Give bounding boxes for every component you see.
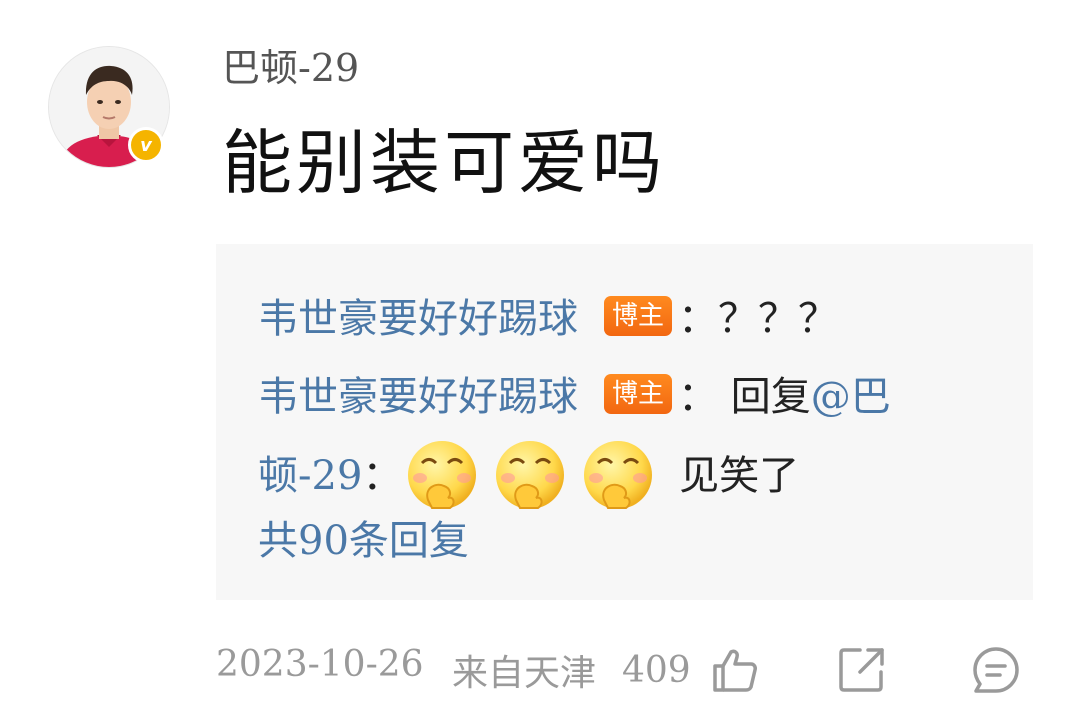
reply-item[interactable]: 韦世豪要好好踢球 博主：？？？ bbox=[258, 294, 838, 344]
reply-count-link[interactable]: 共90条回复 bbox=[258, 516, 469, 566]
reply-prefix: 回复 bbox=[730, 374, 811, 420]
author-tag-badge: 博主 bbox=[604, 296, 673, 336]
giggle-emoji-icon bbox=[578, 438, 658, 512]
comment-date: 2023-10-26 bbox=[216, 644, 424, 685]
comment-footer: 2023-10-26 来自天津 409 bbox=[216, 640, 1046, 700]
comment-text: 能别装可爱吗 bbox=[222, 122, 666, 204]
like-button[interactable]: 409 bbox=[622, 640, 761, 700]
reply-colon: ： bbox=[678, 296, 719, 342]
share-icon[interactable] bbox=[836, 644, 888, 696]
comment-icon[interactable] bbox=[970, 644, 1022, 696]
reply-author[interactable]: 韦世豪要好好踢球 bbox=[258, 374, 578, 420]
comment-username[interactable]: 巴顿-29 bbox=[222, 40, 359, 96]
thumbs-up-icon[interactable] bbox=[709, 644, 761, 696]
giggle-emoji-icon bbox=[490, 438, 570, 512]
reply-mention[interactable]: @巴 bbox=[811, 374, 891, 420]
reply-colon: ： bbox=[362, 453, 403, 499]
reply-text: ？？？ bbox=[718, 296, 839, 342]
verified-badge-icon: v bbox=[128, 127, 164, 163]
reply-preview-box[interactable]: 韦世豪要好好踢球博主：？？？ 韦世豪要好好踢球博主： 回复@巴 顿-29： bbox=[216, 244, 1033, 600]
author-tag-badge: 博主 bbox=[604, 374, 673, 414]
giggle-emoji-icon bbox=[402, 438, 482, 512]
reply-colon: ： bbox=[678, 374, 719, 420]
comment-location: 来自天津 bbox=[452, 653, 597, 694]
reply-mention-continued[interactable]: 顿-29 bbox=[258, 453, 362, 499]
reply-item-continued: 顿-29： 见笑了 bbox=[258, 441, 800, 516]
like-count: 409 bbox=[622, 649, 691, 691]
reply-item[interactable]: 韦世豪要好好踢球 博主： 回复@巴 bbox=[258, 372, 891, 422]
reply-author[interactable]: 韦世豪要好好踢球 bbox=[258, 296, 578, 342]
reply-text: 见笑了 bbox=[679, 453, 800, 499]
